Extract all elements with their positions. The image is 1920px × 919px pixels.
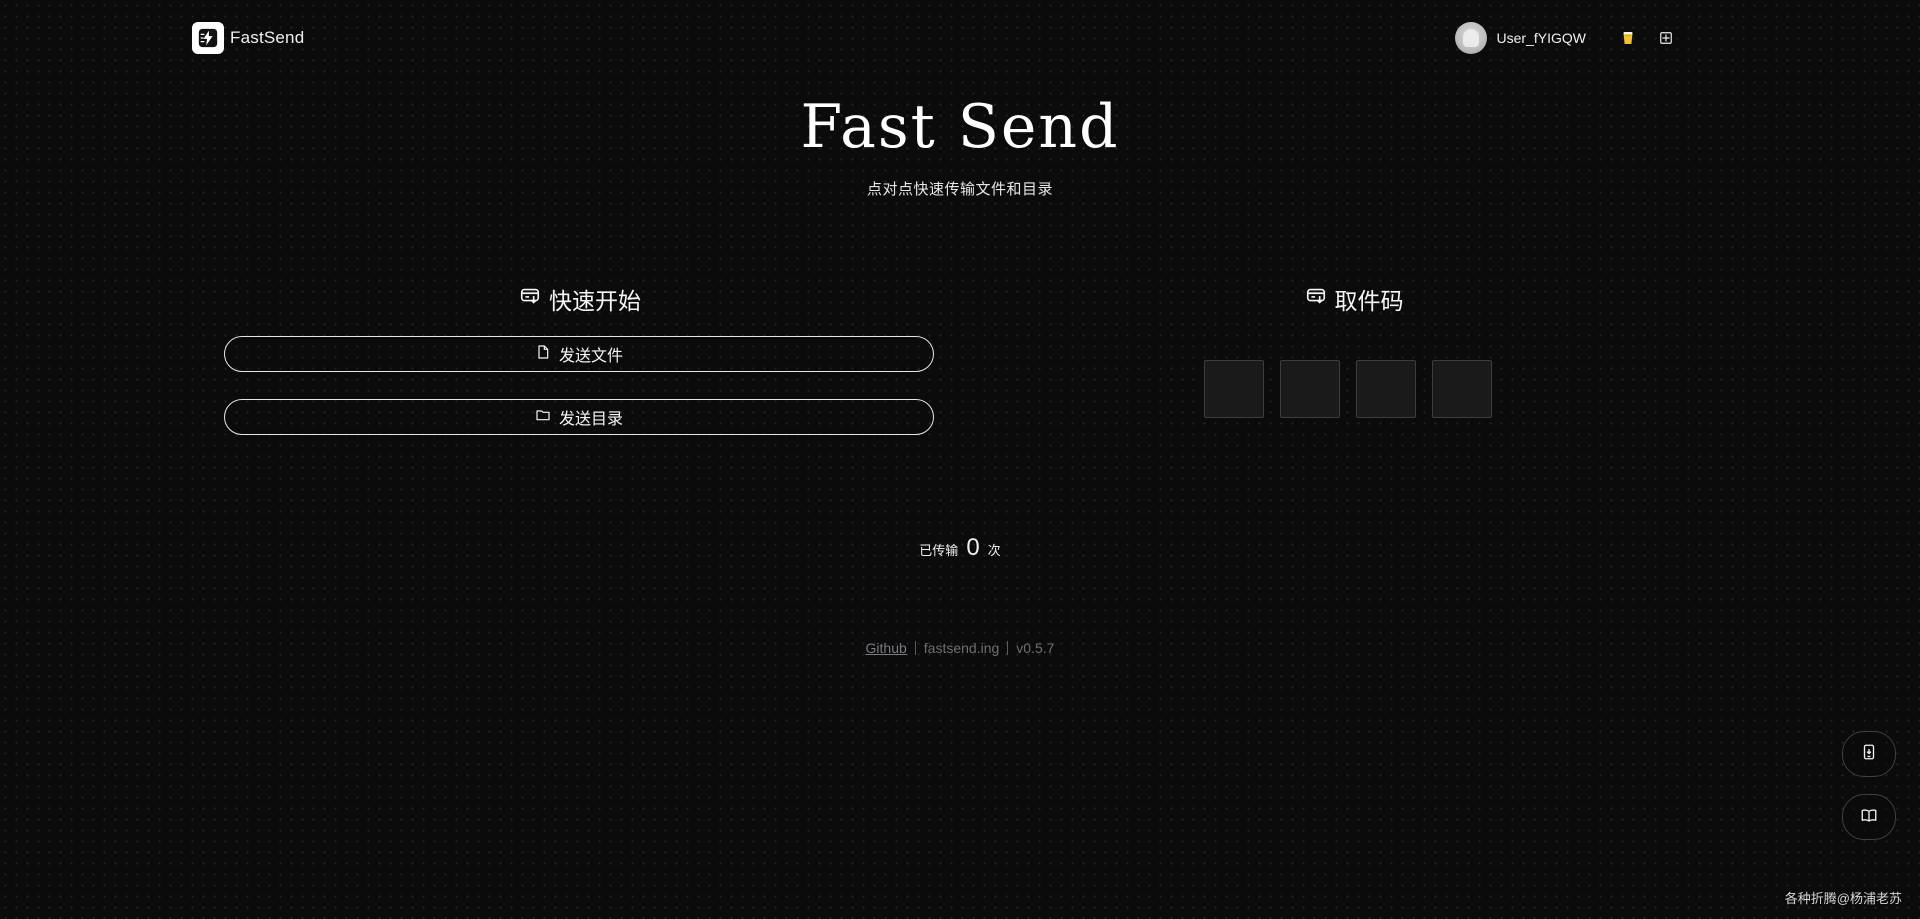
send-file-label: 发送文件 <box>558 348 623 365</box>
separator <box>1007 641 1009 655</box>
transfer-stats: 已传输 0 次 <box>0 534 1920 562</box>
pickup-code-inputs <box>1204 360 1492 418</box>
quick-start-title: 快速开始 <box>549 288 641 314</box>
quick-start-heading: 快速开始 <box>224 282 936 316</box>
docs-button[interactable] <box>1842 794 1896 840</box>
pickup-code-heading: 取件码 <box>1204 282 1504 316</box>
package-icon <box>1305 285 1327 313</box>
username[interactable]: User_fYIGQW <box>1497 30 1586 46</box>
separator <box>914 641 916 655</box>
github-link[interactable]: Github <box>866 640 907 656</box>
version-text: v0.5.7 <box>1016 640 1055 656</box>
stats-count: 0 <box>966 534 980 561</box>
user-bar: User_fYIGQW <box>1454 22 1680 54</box>
page-subtitle: 点对点快速传输文件和目录 <box>866 181 1053 198</box>
send-file-button[interactable]: 发送文件 <box>224 336 934 372</box>
send-directory-label: 发送目录 <box>558 411 623 428</box>
pickup-code-box-1[interactable] <box>1204 360 1264 418</box>
pickup-code-title: 取件码 <box>1334 288 1404 314</box>
beer-icon[interactable] <box>1614 24 1642 52</box>
package-icon <box>519 285 541 313</box>
book-icon <box>1860 806 1878 829</box>
site-link[interactable]: fastsend.ing <box>924 640 1000 656</box>
phone-download-icon <box>1860 743 1878 766</box>
brand-name: FastSend <box>230 28 305 47</box>
fastsend-logo-icon <box>192 22 224 54</box>
page-title: Fast Send <box>800 92 1120 162</box>
send-directory-button[interactable]: 发送目录 <box>224 399 934 435</box>
stats-prefix: 已传输 <box>919 543 959 558</box>
folder-icon <box>535 407 551 428</box>
pickup-code-box-2[interactable] <box>1280 360 1340 418</box>
file-icon <box>535 344 551 365</box>
pickup-code-box-4[interactable] <box>1432 360 1492 418</box>
top-header: FastSend User_fYIGQW <box>0 0 1920 76</box>
qr-icon[interactable] <box>1652 24 1680 52</box>
avatar[interactable] <box>1454 22 1487 54</box>
credit-text: 各种折腾@杨浦老苏 <box>1784 891 1902 906</box>
footer-links: Github fastsend.ing v0.5.7 <box>0 640 1920 656</box>
stats-suffix: 次 <box>987 543 1001 558</box>
install-app-button[interactable] <box>1842 731 1896 777</box>
pickup-code-box-3[interactable] <box>1356 360 1416 418</box>
brand[interactable]: FastSend <box>192 22 304 54</box>
